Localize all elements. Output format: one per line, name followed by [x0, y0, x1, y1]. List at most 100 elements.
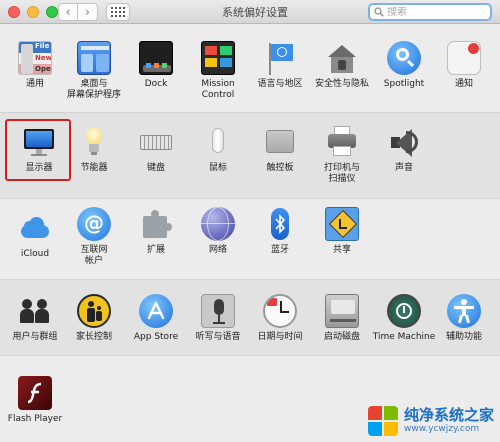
globe-icon	[201, 207, 235, 241]
pref-general[interactable]: File New Ope 通用	[3, 41, 67, 90]
pref-sharing[interactable]: 共享	[310, 207, 374, 256]
pref-desktop[interactable]: 桌面与 屏幕保护程序	[62, 41, 126, 101]
forward-button[interactable]: ›	[78, 3, 98, 21]
pref-label: 用户与群组	[12, 332, 58, 342]
users-icon	[18, 294, 52, 328]
pref-label: 扩展	[146, 245, 165, 255]
pref-users[interactable]: 用户与群组	[3, 294, 67, 343]
monitor-icon	[22, 125, 56, 159]
clock-icon	[263, 294, 297, 328]
speaker-icon	[387, 125, 421, 159]
sharing-icon	[325, 207, 359, 241]
zoom-button[interactable]	[46, 6, 58, 18]
notifications-icon	[447, 41, 481, 75]
pref-notifications[interactable]: 通知	[432, 41, 496, 90]
pref-startup-disk[interactable]: 启动磁盘	[310, 294, 374, 343]
cloud-icon	[18, 211, 52, 245]
dock-icon	[139, 41, 173, 75]
bluetooth-icon	[263, 207, 297, 241]
magnifier-icon	[387, 41, 421, 75]
grid-icon	[111, 7, 125, 17]
disk-icon	[325, 294, 359, 328]
printer-icon	[325, 125, 359, 159]
close-button[interactable]	[8, 6, 20, 18]
pref-label: 辅助功能	[445, 332, 482, 342]
mission-control-icon	[201, 41, 235, 75]
pref-label: Time Machine	[372, 332, 436, 342]
chevron-right-icon: ›	[85, 5, 90, 19]
pref-network[interactable]: 网络	[186, 207, 250, 256]
pref-spotlight[interactable]: Spotlight	[372, 41, 436, 90]
minimize-button[interactable]	[27, 6, 39, 18]
pref-label: 声音	[394, 163, 413, 173]
microphone-icon	[201, 294, 235, 328]
watermark-url: www.ycwjzy.com	[404, 424, 480, 434]
pref-label: Spotlight	[383, 79, 425, 89]
pref-label: iCloud	[20, 249, 50, 259]
pref-label: 互联网 帐户	[80, 245, 108, 266]
pref-label: 触控板	[266, 163, 294, 173]
search-field[interactable]	[368, 3, 492, 21]
back-button[interactable]: ‹	[58, 3, 78, 21]
lightbulb-icon	[77, 125, 111, 159]
pref-label: 桌面与 屏幕保护程序	[66, 79, 121, 100]
pref-accessibility[interactable]: 辅助功能	[432, 294, 496, 343]
watermark: 纯净系统之家 www.ycwjzy.com	[368, 404, 498, 438]
pref-label: 通用	[25, 79, 44, 89]
pref-row-3: iCloud @ 互联网 帐户 扩展 网络 蓝牙 共享	[0, 199, 500, 279]
pref-mission-control[interactable]: Mission Control	[186, 41, 250, 101]
pref-bluetooth[interactable]: 蓝牙	[248, 207, 312, 256]
pref-dictation[interactable]: 听写与语音	[186, 294, 250, 343]
chevron-left-icon: ‹	[65, 5, 71, 19]
mouse-icon	[201, 125, 235, 159]
search-icon	[374, 7, 384, 17]
house-lock-icon	[325, 41, 359, 75]
pref-label: Dock	[144, 79, 168, 89]
windows-logo-icon	[368, 406, 398, 436]
pref-internet-accounts[interactable]: @ 互联网 帐户	[62, 207, 126, 267]
watermark-main: 纯净系统之家	[404, 406, 495, 424]
pref-row-2: 显示器 节能器 键盘 鼠标 触控板 打印机与 扫描仪 声音	[0, 112, 500, 199]
pref-label: 节能器	[80, 163, 108, 173]
flash-icon	[18, 376, 52, 410]
pref-trackpad[interactable]: 触控板	[248, 125, 312, 174]
pref-language[interactable]: 语言与地区	[248, 41, 312, 90]
accessibility-icon	[447, 294, 481, 328]
at-icon: @	[77, 207, 111, 241]
pref-icloud[interactable]: iCloud	[3, 211, 67, 260]
pref-dock[interactable]: Dock	[124, 41, 188, 90]
show-all-button[interactable]	[106, 3, 130, 21]
pref-label: 语言与地区	[257, 79, 303, 89]
desktop-icon	[77, 41, 111, 75]
pref-app-store[interactable]: App Store	[124, 294, 188, 343]
pref-printers[interactable]: 打印机与 扫描仪	[310, 125, 374, 185]
pref-label: 蓝牙	[270, 245, 289, 255]
keyboard-icon	[139, 125, 173, 159]
pref-date-time[interactable]: 日期与时间	[248, 294, 312, 343]
pref-label: 家长控制	[75, 332, 112, 342]
general-icon: File New Ope	[18, 41, 52, 75]
flag-icon	[263, 41, 297, 75]
pref-label: 共享	[332, 245, 351, 255]
pref-label: 听写与语音	[195, 332, 241, 342]
trackpad-icon	[263, 125, 297, 159]
time-machine-icon	[387, 294, 421, 328]
pref-energy[interactable]: 节能器	[62, 125, 126, 174]
pref-label: 打印机与 扫描仪	[323, 163, 360, 184]
pref-security[interactable]: 安全性与隐私	[310, 41, 374, 90]
title-bar: ‹ › 系统偏好设置	[0, 0, 500, 24]
pref-label: Mission Control	[201, 79, 235, 100]
app-store-icon	[139, 294, 173, 328]
pref-label: 键盘	[146, 163, 165, 173]
search-input[interactable]	[387, 6, 477, 18]
pref-sound[interactable]: 声音	[372, 125, 436, 174]
pref-row-1: File New Ope 通用 桌面与 屏幕保护程序 Dock Mission …	[0, 25, 500, 112]
parental-icon	[77, 294, 111, 328]
pref-label: 启动磁盘	[323, 332, 360, 342]
pref-keyboard[interactable]: 键盘	[124, 125, 188, 174]
pref-time-machine[interactable]: Time Machine	[372, 294, 436, 343]
pref-extensions[interactable]: 扩展	[124, 207, 188, 256]
pref-parental-controls[interactable]: 家长控制	[62, 294, 126, 343]
pref-mouse[interactable]: 鼠标	[186, 125, 250, 174]
pref-flash-player[interactable]: Flash Player	[3, 376, 67, 425]
